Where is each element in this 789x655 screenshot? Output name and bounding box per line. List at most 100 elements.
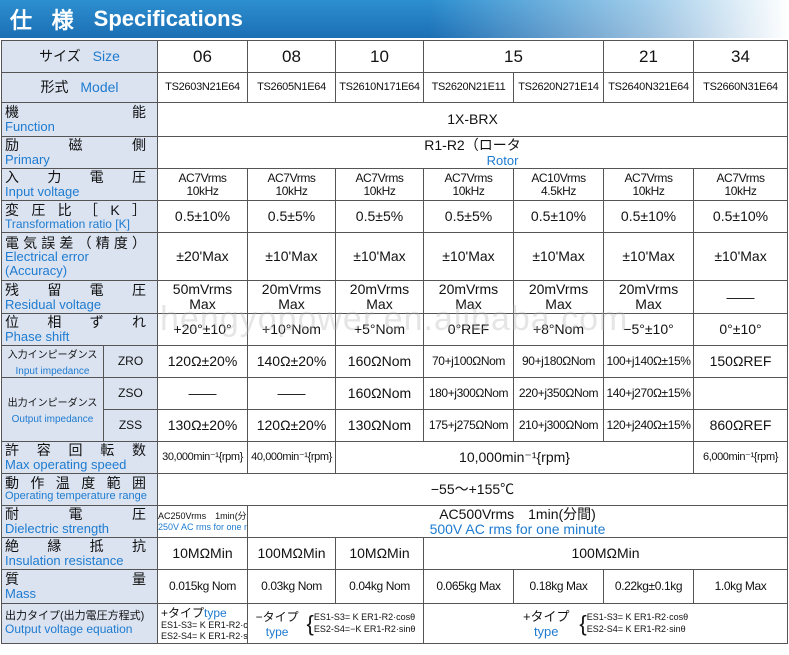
residual-cell: 50mVrms Max	[157, 280, 248, 314]
label-jp: 出力インピーダンス	[7, 398, 98, 409]
mass-cell: 0.04kg Nom	[335, 569, 424, 604]
row-primary: 励磁側 Primary R1-R2（ロータ Rotor	[1, 136, 789, 169]
label-en: Mass	[5, 586, 37, 602]
label-jp: 電気誤差（精度）	[5, 234, 147, 251]
label-model-jp: 形式	[40, 79, 69, 96]
label-insulation: 絶縁抵抗 Insulation resistance	[1, 537, 158, 570]
primary-main: R1-R2（ロータ	[424, 136, 521, 153]
eq-plus-06: +タイプtype ES1-S3= K ER1-R2·cosθES2-S4= K …	[157, 603, 248, 644]
zro-cell: 90+j180ΩNom	[512, 345, 605, 378]
dielectric-rest: AC500Vrms 1min(分間) 500V AC rms for one m…	[246, 505, 789, 538]
function-value: 1X-BRX	[156, 102, 789, 137]
size-08: 08	[247, 40, 336, 73]
input-voltage-cell: AC7Vrms 10kHz	[423, 168, 514, 201]
eq-plus-rest: +タイプ type {ES1-S3= K ER1-R2·cosθ ES2-S4= …	[422, 603, 789, 644]
label-jp: 機能	[5, 104, 147, 121]
label-residual-voltage: 残留電圧 Residual voltage	[1, 280, 158, 314]
iv-f: 10kHz	[724, 183, 757, 198]
iv-f: 4.5kHz	[541, 183, 576, 198]
phase-cell: +10°Nom	[247, 313, 336, 346]
label-en: (Accuracy)	[5, 262, 68, 278]
minus-type-en: type	[265, 624, 289, 639]
label-jp: 入力電圧	[5, 169, 147, 186]
temp-value: −55〜+155℃	[156, 473, 789, 506]
label-size-jp: サイズ	[39, 48, 81, 65]
row-size: サイズ Size 06 08 10 15 21 34	[1, 40, 789, 73]
label-electrical-error: 電気誤差（精度） Electrical error (Accuracy)	[1, 232, 158, 281]
label-output-equation: 出力タイプ(出力電圧方程式) Output voltage equation	[1, 603, 158, 644]
model-cell: TS2605N1E64	[247, 72, 336, 103]
phase-cell: +8°Nom	[512, 313, 605, 346]
size-15: 15	[422, 40, 605, 73]
label-jp: 位相ずれ	[5, 314, 147, 331]
iv-f: 10kHz	[275, 183, 308, 198]
label-model: 形式 Model	[1, 72, 158, 103]
label-input-impedance: 入力インピーダンス Input impedance	[1, 345, 104, 378]
row-dielectric: 耐電圧 Dielectric strength AC250Vrms 1min(分…	[1, 505, 789, 538]
row-function: 機能 Function 1X-BRX	[1, 102, 789, 137]
zro-cell: 150ΩREF	[693, 345, 789, 378]
input-voltage-cell: AC7Vrms 10kHz	[157, 168, 248, 201]
input-voltage-cell: AC7Vrms 10kHz	[603, 168, 695, 201]
mass-cell: 0.22kg±0.1kg	[603, 569, 695, 604]
eq-lines: ES1-S3= K ER1-R2·cosθ ES2-S4=−K ER1-R2·si…	[314, 612, 416, 635]
label-en: Primary	[5, 152, 50, 168]
rv-m: Max	[278, 296, 305, 312]
label-jp: 許容回転数	[5, 442, 147, 459]
zss-cell: 210+j300ΩNom	[512, 409, 605, 442]
zso-cell: 220+j350ΩNom	[512, 377, 605, 410]
mass-cell: 0.015kg Nom	[157, 569, 248, 604]
header-title-jp: 仕 様	[10, 9, 80, 34]
label-jp: 残留電圧	[5, 281, 147, 298]
rv-m: Max	[545, 296, 572, 312]
label-en: Operating temperature range	[5, 490, 147, 503]
input-voltage-cell: AC7Vrms 10kHz	[247, 168, 336, 201]
zss-cell: 130Ω±20%	[157, 409, 248, 442]
row-input-voltage: 入力電圧 Input voltage AC7Vrms 10kHz AC7Vrms 1…	[1, 168, 789, 201]
label-jp: 質量	[5, 571, 147, 588]
input-voltage-cell: AC7Vrms 10kHz	[335, 168, 424, 201]
rv-m: Max	[635, 296, 662, 312]
label-jp: 耐電圧	[5, 506, 147, 523]
label-en: Input impedance	[15, 365, 90, 377]
primary-value: R1-R2（ロータ Rotor	[156, 136, 789, 169]
model-cell: TS2640N321E64	[603, 72, 695, 103]
header-decoration	[429, 0, 789, 38]
row-max-speed: 許容回転数 Max operating speed 30,000min⁻¹{rp…	[1, 441, 789, 474]
label-model-en: Model	[80, 79, 119, 96]
rv-v: 20mVrms	[618, 281, 679, 298]
label-dielectric: 耐電圧 Dielectric strength	[1, 505, 158, 538]
residual-cell: 20mVrms Max	[247, 280, 336, 314]
plus-type-jp: +タイプ	[522, 608, 570, 624]
rv-m: Max	[455, 296, 482, 312]
label-en: Residual voltage	[5, 296, 102, 312]
label-en: Phase shift	[5, 329, 70, 345]
zss-cell: 175+j275ΩNom	[423, 409, 514, 442]
eq-line: ES1-S3= K ER1-R2·cosθ	[313, 612, 416, 623]
rv-v: 20mVrms	[438, 281, 499, 298]
speed-34: 6,000min⁻¹{rpm}	[693, 441, 789, 474]
error-cell: ±10'Max	[693, 232, 789, 281]
insulation-cell: 100MΩMin	[422, 537, 789, 570]
row-electrical-error: 電気誤差（精度） Electrical error (Accuracy) ±20…	[1, 232, 789, 281]
row-operating-temp: 動作温度範囲 Operating temperature range −55〜+…	[1, 473, 789, 506]
speed-08: 40,000min⁻¹{rpm}	[247, 441, 336, 474]
size-34: 34	[693, 40, 789, 73]
zss-cell: 130ΩNom	[335, 409, 424, 442]
label-jp: 変圧比［K］	[5, 201, 147, 218]
rv-v: 50mVrms	[172, 281, 233, 298]
ratio-cell: 0.5±10%	[157, 200, 248, 233]
insulation-cell: 10MΩMin	[335, 537, 424, 570]
row-residual-voltage: 残留電圧 Residual voltage 50mVrms Max 20mVrms…	[1, 280, 789, 314]
mass-cell: 0.03kg Nom	[247, 569, 336, 604]
label-en: Output impedance	[11, 413, 94, 425]
diel-rest-2: 500V AC rms for one minute	[429, 520, 606, 537]
ratio-cell: 0.5±5%	[247, 200, 336, 233]
residual-cell: 20mVrms Max	[512, 280, 605, 314]
plus-type-en: type	[204, 605, 227, 620]
zso-cell: 180+j300ΩNom	[423, 377, 514, 410]
zro-cell: 100+j140Ω±15%	[603, 345, 695, 378]
header-title-en: Specifications	[93, 6, 243, 31]
zso-cell: 160ΩNom	[335, 377, 424, 410]
size-10: 10	[335, 40, 424, 73]
